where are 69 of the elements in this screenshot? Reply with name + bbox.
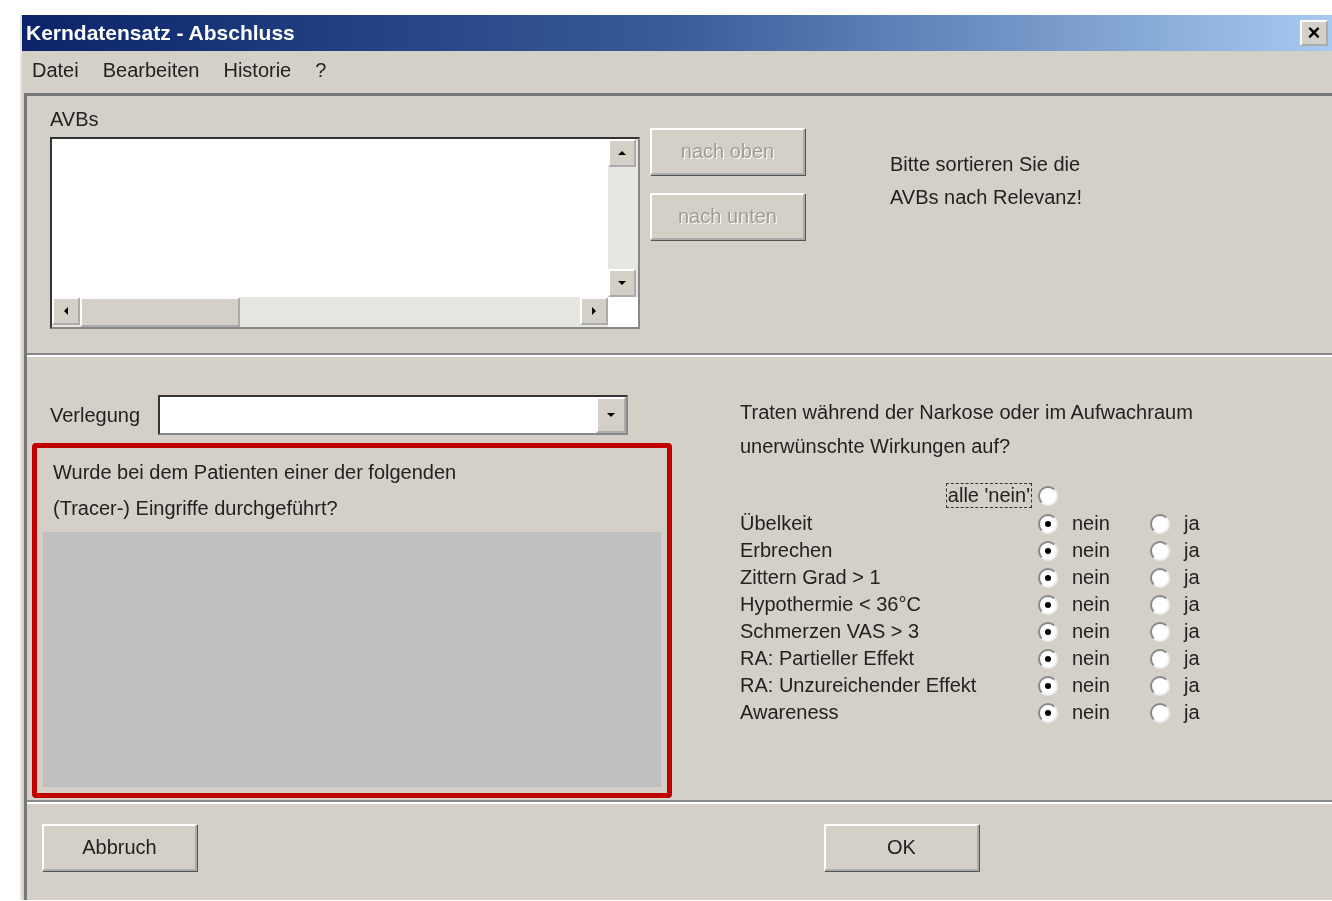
option-label[interactable]: ja — [1184, 566, 1224, 589]
effect-label: Erbrechen — [740, 539, 834, 562]
dialog-button[interactable]: OK — [824, 824, 979, 871]
list-box[interactable] — [50, 137, 640, 329]
scroll-thumb[interactable] — [80, 297, 240, 327]
radio-button[interactable] — [1038, 702, 1058, 723]
option-label[interactable]: nein — [1072, 593, 1144, 616]
radio-button[interactable] — [1150, 540, 1170, 561]
effect-label: Übelkeit — [740, 512, 814, 535]
option-label[interactable]: nein — [1072, 701, 1144, 724]
radio-button[interactable] — [1038, 567, 1058, 588]
option-label[interactable]: ja — [1184, 593, 1224, 616]
question-text: Traten während der Narkose oder im Aufwachraum unerwünschte Wirkungen auf? — [740, 400, 1194, 459]
option-label[interactable]: nein — [1072, 674, 1144, 697]
radio-button[interactable] — [1150, 567, 1170, 588]
window-title: Kerndatensatz - Abschluss — [26, 21, 295, 45]
effect-label: RA: Partieller Effekt — [740, 647, 916, 670]
menu-item[interactable]: Bearbeiten — [102, 59, 200, 85]
effect-label: Zittern Grad > 1 — [740, 566, 882, 589]
menu-item[interactable]: Datei — [32, 59, 79, 85]
effect-label: Schmerzen VAS > 3 — [740, 620, 921, 643]
question-text: Wurde bei dem Patienten einer der folgenden (Tracer-) Eingriffe durchgeführt? — [52, 460, 458, 521]
menu-item[interactable]: Historie — [223, 59, 292, 85]
option-label[interactable]: nein — [1072, 620, 1144, 643]
scroll-right-button[interactable] — [580, 297, 608, 325]
scroll-up-button[interactable] — [608, 139, 636, 167]
option-label[interactable]: nein — [1072, 539, 1144, 562]
option-label[interactable]: ja — [1184, 512, 1224, 535]
radio-button[interactable] — [1038, 513, 1058, 534]
option-label[interactable]: ja — [1184, 647, 1224, 670]
radio-button[interactable] — [1150, 648, 1170, 669]
dropdown-button[interactable] — [596, 397, 627, 433]
field-label: AVBs — [50, 108, 100, 131]
close-button[interactable]: × — [1300, 20, 1328, 46]
option-label[interactable]: nein — [1072, 566, 1144, 589]
horizontal-scrollbar[interactable] — [52, 297, 608, 327]
option-label[interactable]: ja — [1184, 539, 1224, 562]
right-arrow-icon — [589, 306, 599, 316]
hint-text: Bitte sortieren Sie die AVBs nach Relevanz! — [890, 152, 1083, 210]
menu-item[interactable]: ? — [315, 59, 327, 85]
option-label[interactable]: ja — [1184, 620, 1224, 643]
radio-button[interactable] — [1038, 648, 1058, 669]
option-label[interactable]: nein — [1072, 647, 1144, 670]
radio-button[interactable] — [1150, 621, 1170, 642]
scroll-left-button[interactable] — [52, 297, 80, 325]
radio-button[interactable] — [1150, 513, 1170, 534]
option-label[interactable]: ja — [1184, 701, 1224, 724]
option-label[interactable]: ja — [1184, 674, 1224, 697]
radio-button[interactable] — [1038, 594, 1058, 615]
all-no-label[interactable]: alle 'nein' — [945, 483, 1032, 508]
radio-button[interactable] — [1038, 675, 1058, 696]
field-label: Verlegung — [50, 403, 141, 427]
vertical-scrollbar[interactable] — [608, 139, 638, 297]
dropdown-field[interactable] — [158, 395, 629, 435]
option-label[interactable]: nein — [1072, 512, 1144, 535]
effect-label: Hypothermie < 36°C — [740, 593, 922, 616]
caret-icon — [606, 410, 617, 420]
radio-button[interactable] — [1038, 485, 1058, 506]
radio-button[interactable] — [1150, 594, 1170, 615]
up-arrow-icon — [617, 148, 627, 158]
radio-button[interactable] — [1150, 702, 1170, 723]
dialog-button[interactable]: Abbruch — [42, 824, 197, 871]
effect-label: RA: Unzureichender Effekt — [740, 674, 978, 697]
radio-button[interactable] — [1038, 540, 1058, 561]
radio-button[interactable] — [1038, 621, 1058, 642]
effect-label: Awareness — [740, 701, 840, 724]
radio-button[interactable] — [1150, 675, 1170, 696]
down-arrow-icon — [617, 278, 627, 288]
scroll-down-button[interactable] — [608, 269, 636, 297]
